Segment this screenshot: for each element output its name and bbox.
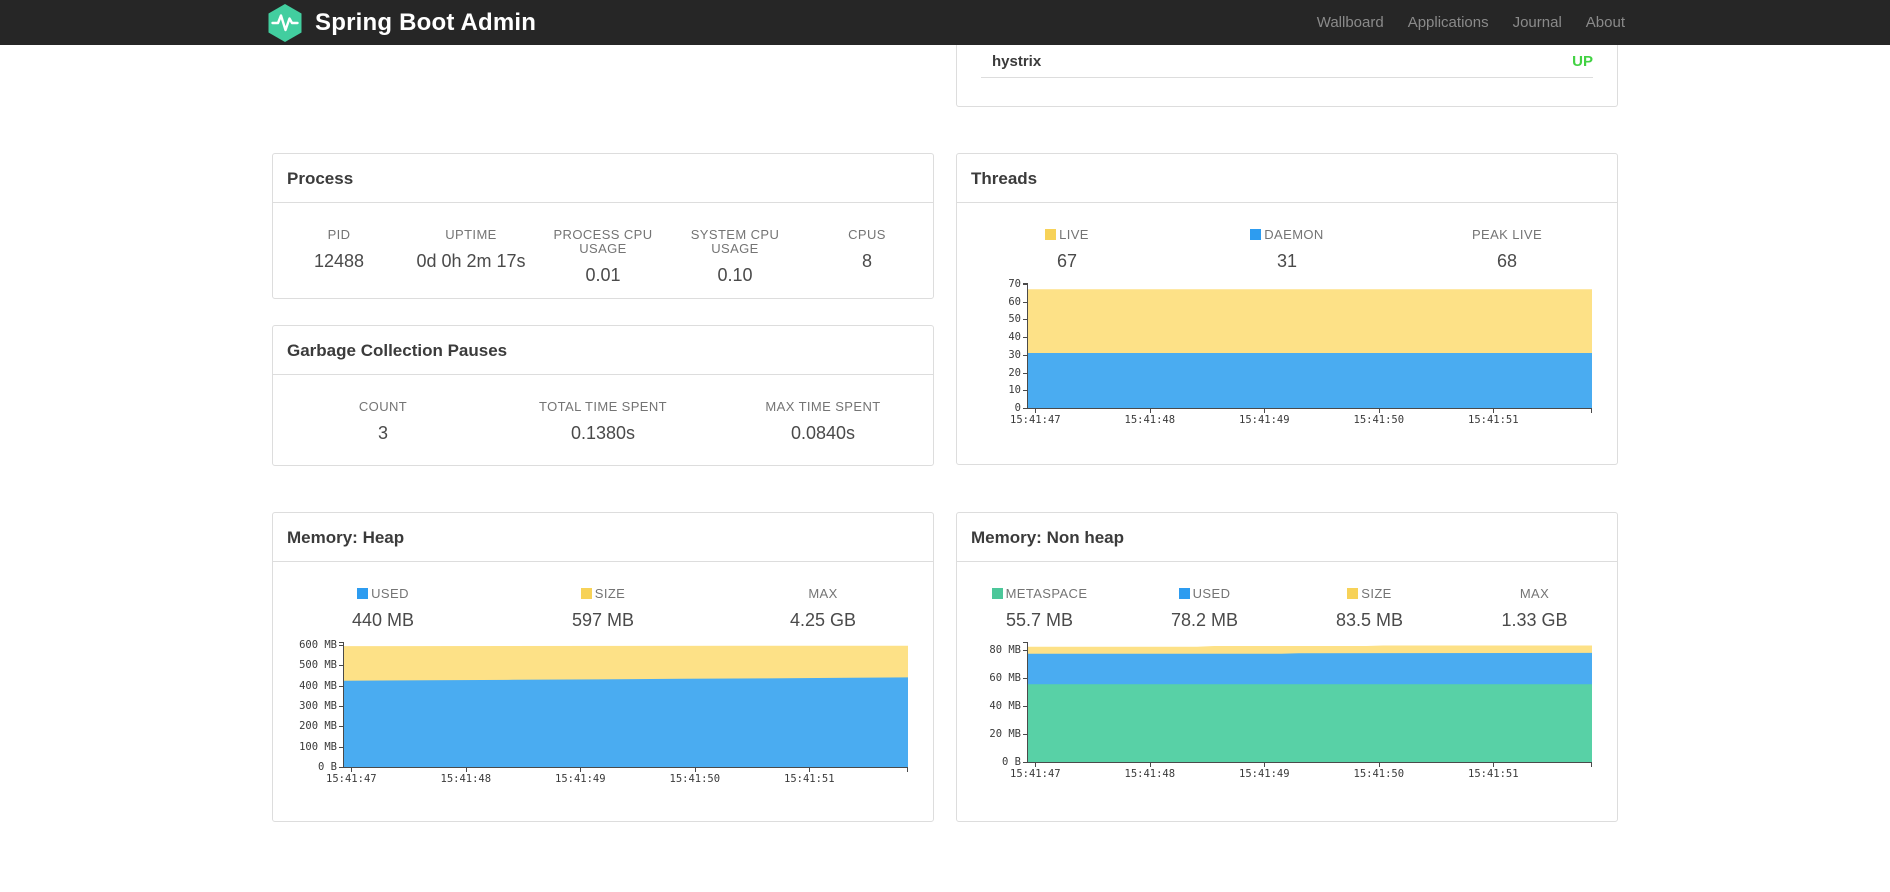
pulse-hexagon-icon xyxy=(268,3,302,42)
memory-nonheap-panel-title: Memory: Non heap xyxy=(957,513,1617,562)
legend-size-swatch xyxy=(1347,588,1359,599)
threads-chart: 0 10 20 30 40 50 60 70 15:41:47 15:41:48 15:41:49 1… xyxy=(1008,278,1617,426)
stat-gc-total-time: TOTAL TIME SPENT 0.1380s xyxy=(539,399,667,444)
content: Process PID 12488 UPTIME 0d 0h 2m 17s PR… xyxy=(272,45,1618,822)
legend-metaspace-swatch xyxy=(991,588,1003,599)
legend-size-swatch xyxy=(580,588,592,599)
stat-heap-used: USED 440 MB xyxy=(351,586,415,631)
stat-uptime: UPTIME 0d 0h 2m 17s xyxy=(416,227,526,272)
nav-link-applications[interactable]: Applications xyxy=(1408,14,1489,31)
legend-used-swatch xyxy=(1178,588,1190,599)
threads-panel: Threads LIVE 67 DAEMON 31 PEAK LIVE 68 0… xyxy=(956,153,1618,465)
stat-nonheap-max: MAX 1.33 GB xyxy=(1501,586,1568,631)
memory-nonheap-legend: METASPACE 55.7 MB USED 78.2 MB SIZE 83.5… xyxy=(957,562,1617,630)
threads-panel-title: Threads xyxy=(957,154,1617,203)
nav-link-about[interactable]: About xyxy=(1586,14,1625,31)
legend-live-swatch xyxy=(1045,229,1057,240)
stat-threads-peak-live: PEAK LIVE 68 xyxy=(1471,227,1543,272)
stat-cpus: CPUS 8 xyxy=(848,227,886,272)
nav-link-wallboard[interactable]: Wallboard xyxy=(1317,14,1384,31)
stat-nonheap-metaspace: METASPACE 55.7 MB xyxy=(957,587,1122,630)
memory-heap-chart: 0 B 100 MB 200 MB 300 MB 400 MB 500 MB 600 MB 1… xyxy=(299,640,933,785)
stat-pid: PID 12488 xyxy=(313,227,365,272)
nav-link-journal[interactable]: Journal xyxy=(1513,14,1562,31)
application-status-panel: hystrix UP xyxy=(956,45,1618,107)
memory-nonheap-panel: Memory: Non heap METASPACE 55.7 MB USED … xyxy=(956,512,1618,822)
stat-gc-count: COUNT 3 xyxy=(358,399,408,444)
right-column: hystrix UP Threads LIVE 67 DAEMON 31 PEA… xyxy=(956,45,1618,822)
legend-used-swatch xyxy=(357,588,369,599)
memory-heap-legend: USED 440 MB SIZE 597 MB MAX 4.25 GB xyxy=(273,562,933,631)
brand-title: Spring Boot Admin xyxy=(315,8,537,36)
stat-heap-max: MAX 4.25 GB xyxy=(789,586,857,631)
stat-heap-size: SIZE 597 MB xyxy=(571,586,635,631)
gc-stats: COUNT 3 TOTAL TIME SPENT 0.1380s MAX TIM… xyxy=(273,375,933,444)
left-column: Process PID 12488 UPTIME 0d 0h 2m 17s PR… xyxy=(272,45,934,822)
stat-threads-daemon: DAEMON 31 xyxy=(1177,228,1397,271)
application-row[interactable]: hystrix UP xyxy=(981,45,1593,78)
gc-pauses-panel: Garbage Collection Pauses COUNT 3 TOTAL … xyxy=(272,325,934,466)
process-stats: PID 12488 UPTIME 0d 0h 2m 17s PROCESS CP… xyxy=(273,203,933,286)
process-panel-title: Process xyxy=(273,154,933,203)
threads-legend: LIVE 67 DAEMON 31 PEAK LIVE 68 xyxy=(957,203,1617,271)
brand[interactable]: Spring Boot Admin xyxy=(265,3,536,43)
memory-heap-panel: Memory: Heap USED 440 MB SIZE 597 MB MAX… xyxy=(272,512,934,822)
memory-heap-panel-title: Memory: Heap xyxy=(273,513,933,562)
gc-panel-title: Garbage Collection Pauses xyxy=(273,326,933,375)
application-name: hystrix xyxy=(992,52,1042,70)
memory-nonheap-chart: 0 B 20 MB 40 MB 60 MB 80 MB 15:41:47 15:41:48 1… xyxy=(989,642,1617,780)
process-panel: Process PID 12488 UPTIME 0d 0h 2m 17s PR… xyxy=(272,153,934,299)
stat-system-cpu-usage: SYSTEM CPU USAGE 0.10 xyxy=(690,227,780,286)
stat-nonheap-used: USED 78.2 MB xyxy=(1170,586,1239,631)
nav-links: Wallboard Applications Journal About xyxy=(1317,14,1625,31)
application-status-badge: UP xyxy=(1572,52,1593,70)
stat-gc-max-time: MAX TIME SPENT 0.0840s xyxy=(765,399,881,444)
stat-threads-live: LIVE 67 xyxy=(957,228,1177,271)
stat-process-cpu-usage: PROCESS CPU USAGE 0.01 xyxy=(553,227,653,286)
navbar: Spring Boot Admin Wallboard Applications… xyxy=(0,0,1890,45)
legend-daemon-swatch xyxy=(1250,229,1262,240)
stat-nonheap-size: SIZE 83.5 MB xyxy=(1335,586,1404,631)
